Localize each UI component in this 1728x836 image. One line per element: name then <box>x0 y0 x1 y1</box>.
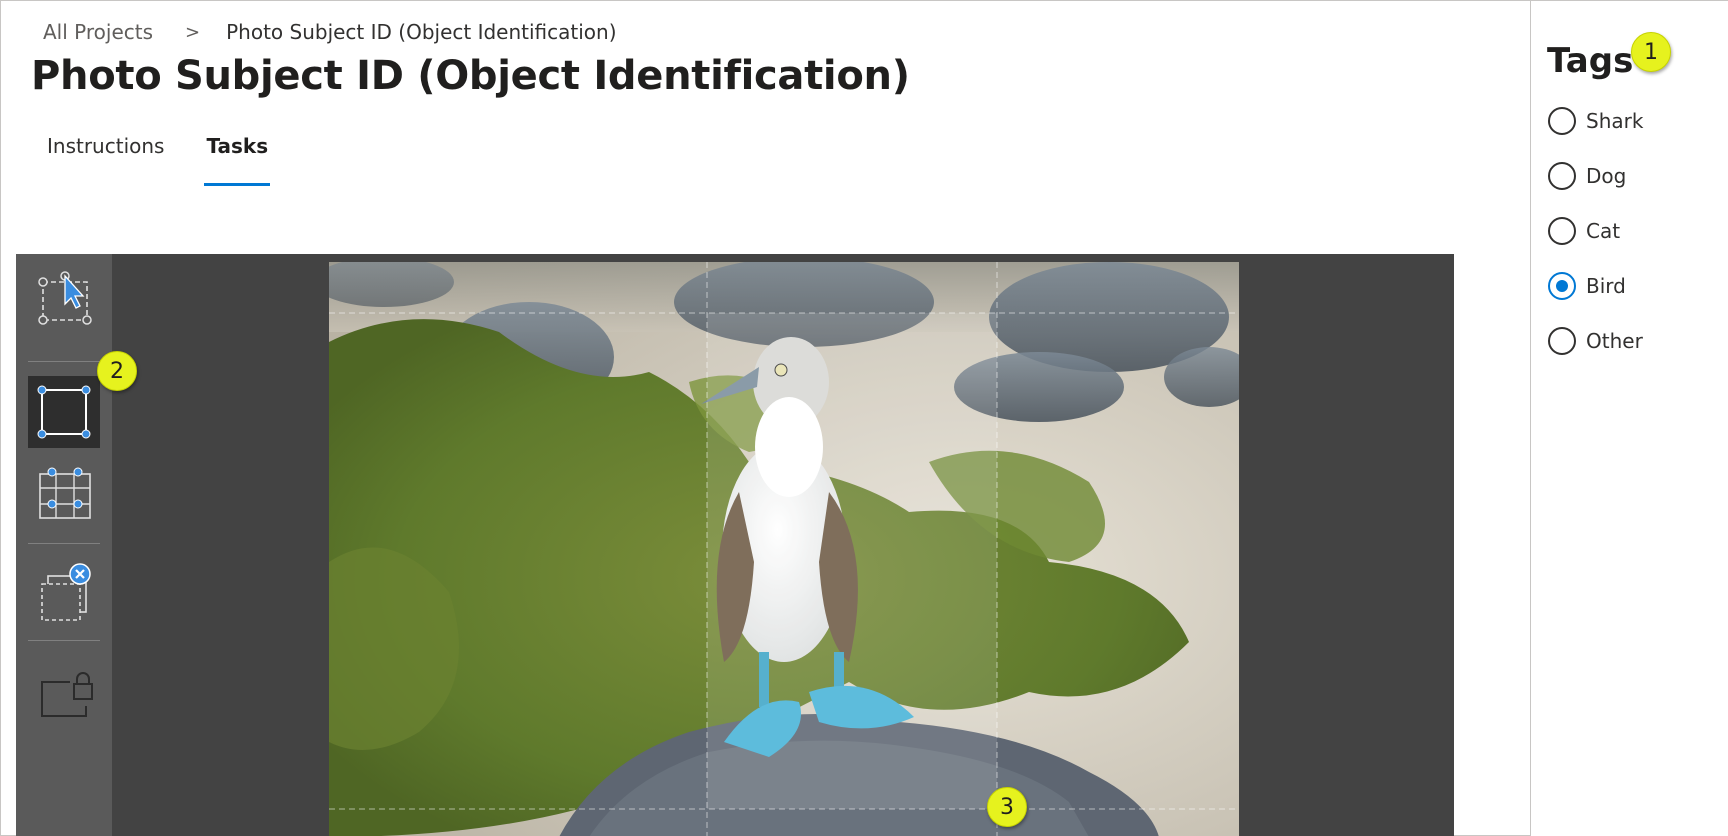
tag-label: Cat <box>1586 218 1621 243</box>
bounding-box[interactable] <box>707 313 997 809</box>
toolbar-divider <box>28 543 100 544</box>
labeling-photo <box>329 262 1239 836</box>
breadcrumb-current: Photo Subject ID (Object Identification) <box>226 20 617 44</box>
radio-button[interactable] <box>1548 216 1576 245</box>
tag-label: Dog <box>1586 163 1627 188</box>
auto-region-tool-button[interactable] <box>28 458 100 530</box>
tab-bar: Instructions Tasks <box>47 134 270 186</box>
app-frame: All Projects > Photo Subject ID (Object … <box>0 0 1728 836</box>
tab-tasks[interactable]: Tasks <box>204 134 270 186</box>
tag-option-cat[interactable]: Cat <box>1548 203 1643 258</box>
region-grid-icon <box>39 467 91 519</box>
rectangle-icon <box>37 385 91 439</box>
rectangle-tool-button[interactable] <box>28 376 100 448</box>
lock-regions-icon <box>41 672 93 717</box>
tag-label: Shark <box>1586 108 1644 133</box>
select-cursor-icon <box>38 271 92 325</box>
callout-badge-3: 3 <box>987 787 1027 827</box>
tab-instructions[interactable]: Instructions <box>47 134 164 170</box>
page-title: Photo Subject ID (Object Identification) <box>31 53 910 99</box>
tag-label: Bird <box>1586 273 1626 298</box>
lock-tool-button[interactable] <box>28 654 100 726</box>
toolbar-divider <box>28 640 100 641</box>
select-tool-button[interactable] <box>28 264 100 336</box>
tag-label: Other <box>1586 328 1643 353</box>
tag-option-shark[interactable]: Shark <box>1548 93 1643 148</box>
labeling-workspace <box>16 254 1454 836</box>
delete-regions-icon <box>41 563 91 621</box>
tag-option-dog[interactable]: Dog <box>1548 148 1643 203</box>
tags-panel: Tags Shark Dog Cat Bird Other <box>1530 1 1728 836</box>
tag-radio-group: Shark Dog Cat Bird Other <box>1548 93 1643 368</box>
breadcrumb-all-projects[interactable]: All Projects <box>43 20 153 44</box>
breadcrumb-separator: > <box>185 21 201 43</box>
delete-regions-tool-button[interactable] <box>28 556 100 628</box>
radio-button-selected[interactable] <box>1548 271 1576 300</box>
radio-button[interactable] <box>1548 106 1576 135</box>
tag-option-bird[interactable]: Bird <box>1548 258 1643 313</box>
callout-badge-2: 2 <box>97 351 137 391</box>
tool-bar <box>16 254 112 836</box>
tags-title: Tags <box>1547 41 1634 81</box>
breadcrumb: All Projects > Photo Subject ID (Object … <box>43 20 617 44</box>
image-canvas[interactable] <box>329 262 1239 836</box>
tag-option-other[interactable]: Other <box>1548 313 1643 368</box>
radio-button[interactable] <box>1548 326 1576 355</box>
callout-badge-1: 1 <box>1631 32 1671 72</box>
toolbar-divider <box>28 361 100 362</box>
radio-button[interactable] <box>1548 161 1576 190</box>
